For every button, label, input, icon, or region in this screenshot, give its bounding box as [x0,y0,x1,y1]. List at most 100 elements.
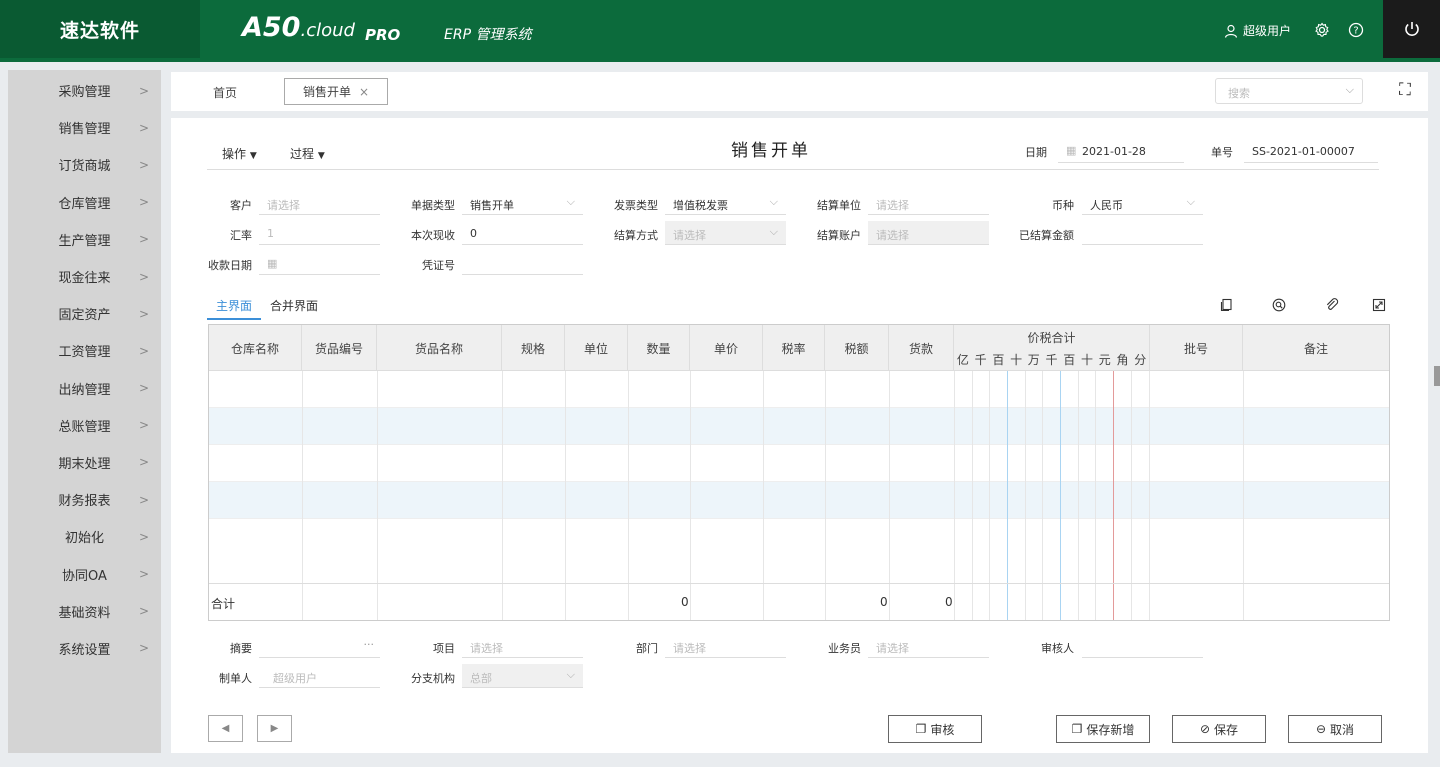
table-row[interactable] [209,482,1389,519]
maker-field[interactable]: 超级用户 [259,664,380,688]
sidebar-item-reports[interactable]: 财务报表 > [8,481,161,518]
save-new-button[interactable]: ❐ 保存新增 [1056,715,1150,743]
sidebar-item-warehouse[interactable]: 仓库管理 > [8,184,161,221]
settled-amount-field[interactable] [1082,221,1203,245]
tab-main-view[interactable]: 主界面 [207,297,262,320]
col-item-name[interactable]: 货品名称 [377,325,502,371]
close-icon[interactable]: × [359,85,369,99]
digit-label: 角 [1116,353,1129,367]
salesman-field[interactable]: 请选择 [868,634,989,658]
customer-field[interactable]: 请选择 [259,191,380,215]
invoice-type-select[interactable]: 增值税发票 ⌵ [665,191,786,215]
maximize-icon[interactable] [1372,298,1386,316]
auditor-field[interactable] [1082,634,1203,658]
total-row: 合计 0 0 0 [209,583,1389,620]
copy-icon[interactable] [1220,298,1234,316]
col-price[interactable]: 单价 [690,325,763,371]
col-remark[interactable]: 备注 [1243,325,1389,371]
date-label: 日期 [1025,146,1047,159]
col-tax-rate[interactable]: 税率 [763,325,825,371]
date-field[interactable]: ▦ 2021-01-28 [1058,139,1184,163]
col-tax-amount[interactable]: 税额 [825,325,889,371]
cancel-button[interactable]: ⊖ 取消 [1288,715,1382,743]
sidebar-item-basic-data[interactable]: 基础资料 > [8,593,161,630]
scrollbar-thumb[interactable] [1434,366,1440,386]
prev-record-button[interactable]: ◀ [208,715,243,742]
col-warehouse[interactable]: 仓库名称 [209,325,302,371]
settle-account-label: 结算账户 [817,229,861,242]
settle-account-field[interactable]: 请选择 [868,221,989,245]
tab-merge-view[interactable]: 合并界面 [261,297,327,320]
save-button[interactable]: ⊘ 保存 [1172,715,1266,743]
chevron-right-icon: > [138,529,149,544]
doc-no-field[interactable]: SS-2021-01-00007 [1244,139,1378,163]
tab-sales-order[interactable]: 销售开单 × [284,78,388,105]
page-title: 销售开单 [731,141,811,161]
sidebar-item-order-mall[interactable]: 订货商城 > [8,146,161,183]
tab-label: 销售开单 [302,85,351,99]
sidebar-item-cash[interactable]: 现金往来 > [8,258,161,295]
user-name: 超级用户 [1243,24,1292,38]
help-icon[interactable]: ? [1347,21,1365,39]
currency-select[interactable]: 人民币 ⌵ [1082,191,1203,215]
col-amount[interactable]: 货款 [889,325,954,371]
sidebar-item-oa[interactable]: 协同OA > [8,555,161,592]
sidebar-item-init[interactable]: 初始化 > [8,518,161,555]
cash-field[interactable]: 0 [462,221,583,245]
search-icon[interactable] [1272,298,1286,316]
chevron-down-icon: ⌵ [769,195,778,208]
voucher-field[interactable] [462,251,583,275]
sidebar-item-period-end[interactable]: 期末处理 > [8,444,161,481]
next-record-button[interactable]: ▶ [257,715,292,742]
operate-menu-label: 操作 [222,147,247,161]
more-icon[interactable]: ··· [364,638,375,651]
sidebar-item-fixed-assets[interactable]: 固定资产 > [8,295,161,332]
table-row[interactable] [209,445,1389,482]
scrollbar[interactable] [1434,66,1440,756]
doc-type-select[interactable]: 销售开单 ⌵ [462,191,583,215]
fullscreen-icon[interactable]: ⛶ [1399,80,1411,100]
rate-field[interactable]: 1 [259,221,380,245]
sidebar-item-payroll[interactable]: 工资管理 > [8,332,161,369]
power-icon[interactable] [1383,0,1440,58]
settle-method-select[interactable]: 请选择 ⌵ [665,221,786,245]
attachment-icon[interactable] [1325,298,1339,316]
collect-date-field[interactable]: ▦ [259,251,380,275]
table-row[interactable] [209,408,1389,445]
doc-type-value: 销售开单 [470,199,514,212]
sidebar-item-purchase[interactable]: 采购管理 > [8,72,161,109]
sidebar-item-production[interactable]: 生产管理 > [8,221,161,258]
settle-unit-label: 结算单位 [817,199,861,212]
dept-field[interactable]: 请选择 [665,634,786,658]
table-row[interactable] [209,371,1389,408]
save-button-label: 保存 [1214,722,1239,737]
digit-label: 亿 [956,353,969,367]
col-quantity[interactable]: 数量 [628,325,690,371]
operate-menu[interactable]: 操作 ▼ [222,145,257,162]
col-item-code[interactable]: 货品编号 [302,325,377,371]
process-menu[interactable]: 过程 ▼ [290,145,325,162]
sidebar-item-ledger[interactable]: 总账管理 > [8,407,161,444]
audit-button[interactable]: ❐ 审核 [888,715,982,743]
col-price-total: 价税合计 [1027,331,1076,345]
calendar-icon: ▦ [267,257,278,270]
user-menu[interactable]: 超级用户 [1224,22,1291,39]
search-select[interactable]: 搜索 ⌵ [1215,78,1363,104]
sidebar-item-settings[interactable]: 系统设置 > [8,630,161,667]
rate-label: 汇率 [230,229,252,242]
digit-label: 万 [1027,353,1040,367]
gear-icon[interactable] [1313,21,1331,39]
voucher-label: 凭证号 [422,259,455,272]
settle-unit-field[interactable]: 请选择 [868,191,989,215]
cancel-button-label: 取消 [1330,722,1355,737]
chevron-down-icon: ⌵ [1186,195,1195,208]
sidebar-item-cashier[interactable]: 出纳管理 > [8,370,161,407]
col-spec[interactable]: 规格 [502,325,565,371]
tab-home[interactable]: 首页 [213,84,237,101]
sidebar-item-sales[interactable]: 销售管理 > [8,109,161,146]
summary-field[interactable]: ··· [259,634,380,658]
col-unit[interactable]: 单位 [565,325,628,371]
branch-select[interactable]: 总部 ⌵ [462,664,583,688]
col-batch[interactable]: 批号 [1149,325,1243,371]
project-field[interactable]: 请选择 [462,634,583,658]
